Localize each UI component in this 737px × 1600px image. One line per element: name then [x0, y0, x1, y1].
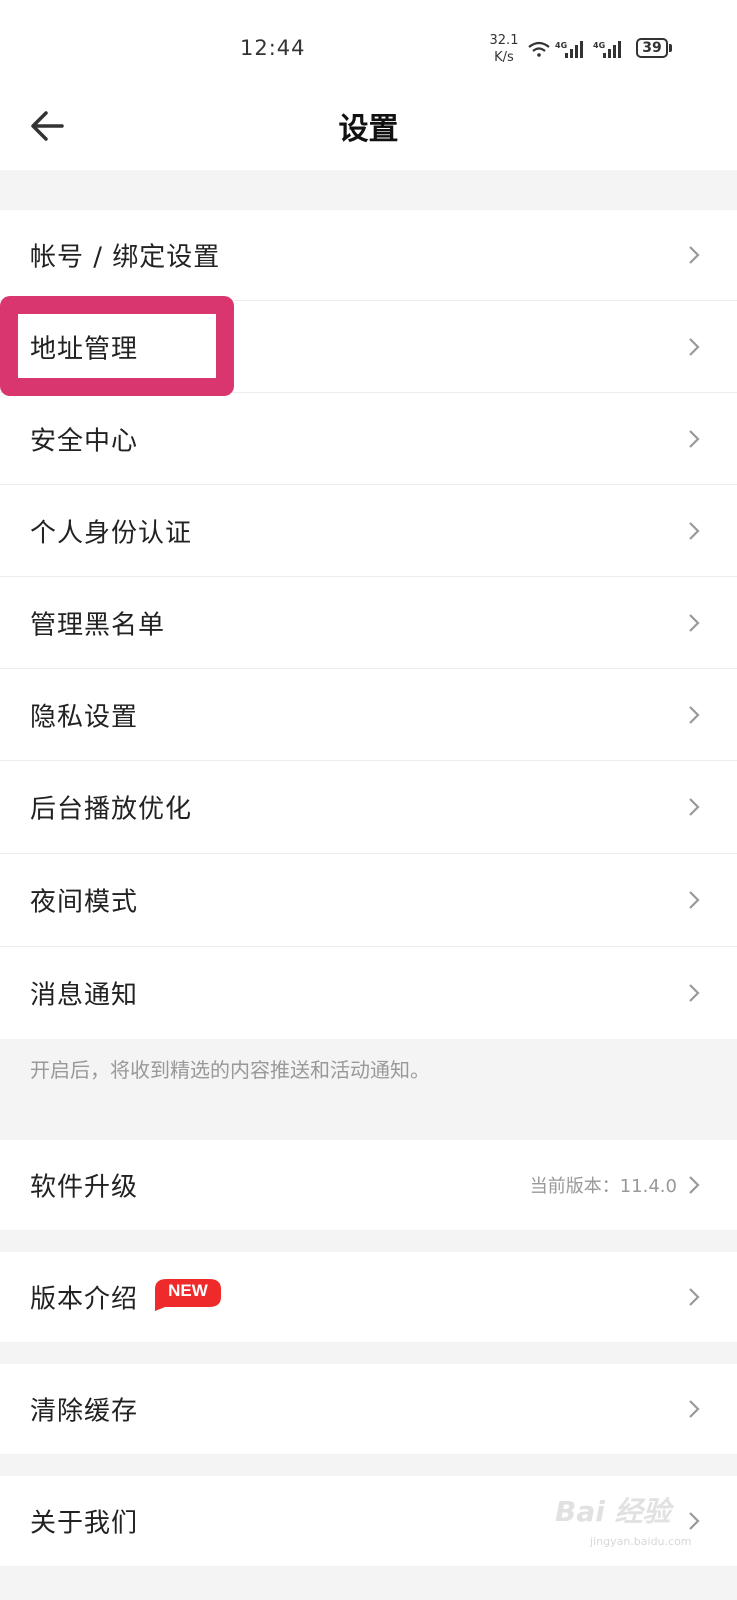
- chevron-right-icon: [689, 337, 700, 356]
- menu-item-account[interactable]: 帐号 / 绑定设置: [0, 210, 737, 300]
- chevron-right-icon: [689, 891, 700, 909]
- battery-tip: [669, 44, 672, 52]
- menu-item-blacklist[interactable]: 管理黑名单: [0, 577, 737, 668]
- wifi-and-signal-icons: 4G 4G: [528, 41, 621, 58]
- signal-4g-icon: 4G: [555, 41, 583, 58]
- baidu-watermark-logo: Bai 经验: [555, 1495, 671, 1528]
- chevron-right-icon: [689, 984, 700, 1002]
- new-badge: NEW: [153, 1275, 223, 1311]
- network-speed-unit: K/s: [494, 50, 514, 65]
- chevron-right-icon: [689, 521, 700, 540]
- notifications-hint: 开启后，将收到精选的内容推送和活动通知。: [30, 1058, 430, 1082]
- menu-item-label: 个人身份认证: [30, 518, 193, 548]
- menu-item-notifications[interactable]: 消息通知: [0, 947, 737, 1039]
- menu-item-label: 关于我们: [30, 1508, 139, 1539]
- network-speed: 32.1 K/s: [488, 32, 520, 66]
- battery-level: 39: [642, 40, 662, 56]
- svg-text:4G: 4G: [593, 41, 605, 50]
- signal-4g-icon: 4G: [593, 41, 621, 58]
- menu-item-label: 版本介绍: [30, 1284, 139, 1315]
- chevron-right-icon: [689, 1512, 700, 1530]
- menu-item-label: 软件升级: [30, 1172, 139, 1203]
- menu-item-label: 夜间模式: [30, 887, 139, 918]
- menu-item-background-play[interactable]: 后台播放优化: [0, 761, 737, 853]
- menu-item-version-intro[interactable]: 版本介绍: [0, 1252, 737, 1342]
- menu-item-upgrade[interactable]: 软件升级 当前版本：11.4.0: [0, 1140, 737, 1230]
- chevron-right-icon: [689, 613, 700, 632]
- wifi-icon: [528, 41, 550, 57]
- svg-text:4G: 4G: [555, 41, 567, 50]
- status-bar: 12:44 32.1 K/s 4G 4G 39: [0, 0, 737, 90]
- menu-item-label: 地址管理: [30, 334, 139, 364]
- chevron-right-icon: [689, 798, 700, 816]
- current-version: 当前版本：11.4.0: [529, 1176, 677, 1197]
- page-title: 设置: [338, 112, 399, 147]
- menu-item-label: 安全中心: [30, 426, 139, 456]
- menu-item-label: 帐号 / 绑定设置: [30, 242, 221, 273]
- menu-item-privacy[interactable]: 隐私设置: [0, 669, 737, 760]
- menu-item-label: 消息通知: [30, 980, 139, 1011]
- menu-item-identity[interactable]: 个人身份认证: [0, 485, 737, 576]
- chevron-right-icon: [689, 429, 700, 448]
- menu-item-label: 隐私设置: [30, 702, 139, 732]
- menu-item-clear-cache[interactable]: 清除缓存: [0, 1364, 737, 1454]
- menu-item-label: 清除缓存: [30, 1396, 139, 1427]
- menu-item-label: 管理黑名单: [30, 610, 166, 640]
- chevron-right-icon: [689, 246, 700, 264]
- baidu-watermark-url: jingyan.baidu.com: [590, 1535, 692, 1548]
- menu-item-address[interactable]: 地址管理: [0, 301, 737, 392]
- menu-item-security[interactable]: 安全中心: [0, 393, 737, 484]
- chevron-right-icon: [689, 1400, 700, 1418]
- status-time: 12:44: [240, 36, 306, 60]
- chevron-right-icon: [689, 1176, 700, 1194]
- battery-icon: 39: [636, 38, 668, 58]
- menu-item-label: 后台播放优化: [30, 794, 193, 825]
- menu-item-night-mode[interactable]: 夜间模式: [0, 854, 737, 946]
- chevron-right-icon: [689, 705, 700, 724]
- new-badge-label: NEW: [168, 1281, 208, 1300]
- network-speed-value: 32.1: [489, 33, 519, 48]
- status-icons: 4G 4G: [527, 38, 627, 66]
- chevron-right-icon: [689, 1288, 700, 1306]
- app-header: 设置: [0, 90, 737, 170]
